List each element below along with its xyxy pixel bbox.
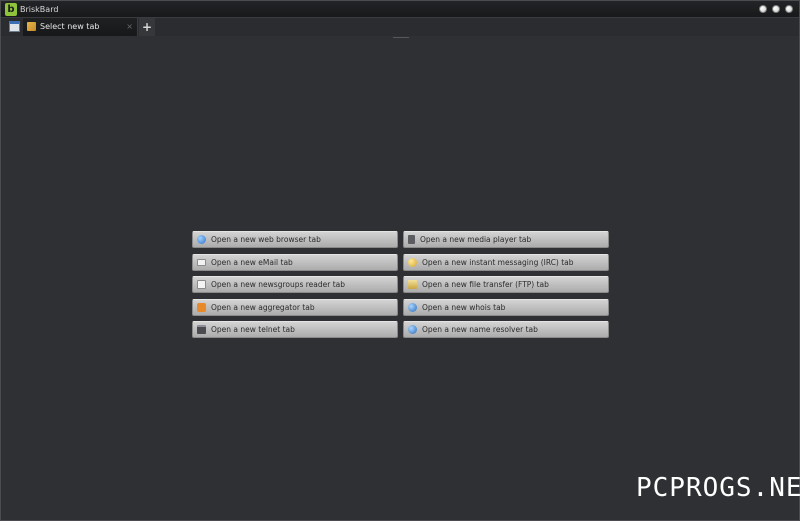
open-web-browser-tab-button[interactable]: Open a new web browser tab (192, 231, 398, 248)
rss-icon (197, 302, 206, 312)
open-email-tab-button[interactable]: Open a new eMail tab (192, 253, 398, 271)
ftp-icon (408, 280, 417, 289)
media-player-icon (408, 235, 415, 244)
new-tab-actions: Open a new web browser tab Open a new me… (192, 231, 610, 338)
open-newsgroups-tab-button[interactable]: Open a new newsgroups reader tab (192, 276, 398, 293)
open-whois-tab-button[interactable]: Open a new whois tab (403, 298, 609, 316)
newsgroup-icon (197, 280, 206, 289)
new-tab-page-icon (27, 22, 36, 31)
chat-icon (408, 257, 417, 267)
title-bar: b BriskBard (1, 1, 799, 18)
tab-select-new-tab[interactable]: Select new tab × (23, 18, 138, 36)
window-controls (759, 5, 793, 13)
tab-label: Select new tab (40, 22, 100, 31)
tab-list-icon[interactable] (9, 21, 20, 32)
mail-icon (197, 258, 206, 266)
tab-strip: Select new tab × + (1, 18, 799, 36)
tab-close-icon[interactable]: × (126, 20, 133, 33)
watermark-text: PCPROGS.NET (636, 473, 800, 503)
open-ftp-tab-button[interactable]: Open a new file transfer (FTP) tab (403, 276, 609, 293)
dns-globe-icon (408, 325, 417, 334)
minimize-button[interactable] (759, 5, 767, 13)
app-logo-icon: b (5, 3, 17, 16)
close-button[interactable] (785, 5, 793, 13)
maximize-button[interactable] (772, 5, 780, 13)
globe-icon (197, 235, 206, 244)
whois-globe-icon (408, 302, 417, 312)
open-telnet-tab-button[interactable]: Open a new telnet tab (192, 321, 398, 338)
open-irc-tab-button[interactable]: Open a new instant messaging (IRC) tab (403, 253, 609, 271)
tab-area-grip (393, 37, 409, 38)
terminal-icon (197, 325, 206, 334)
open-aggregator-tab-button[interactable]: Open a new aggregator tab (192, 298, 398, 316)
app-window: b BriskBard Select new tab × + Open a ne… (0, 0, 800, 521)
app-title: BriskBard (20, 5, 59, 14)
open-name-resolver-tab-button[interactable]: Open a new name resolver tab (403, 321, 609, 338)
new-tab-button[interactable]: + (139, 18, 155, 36)
open-media-player-tab-button[interactable]: Open a new media player tab (403, 231, 609, 248)
